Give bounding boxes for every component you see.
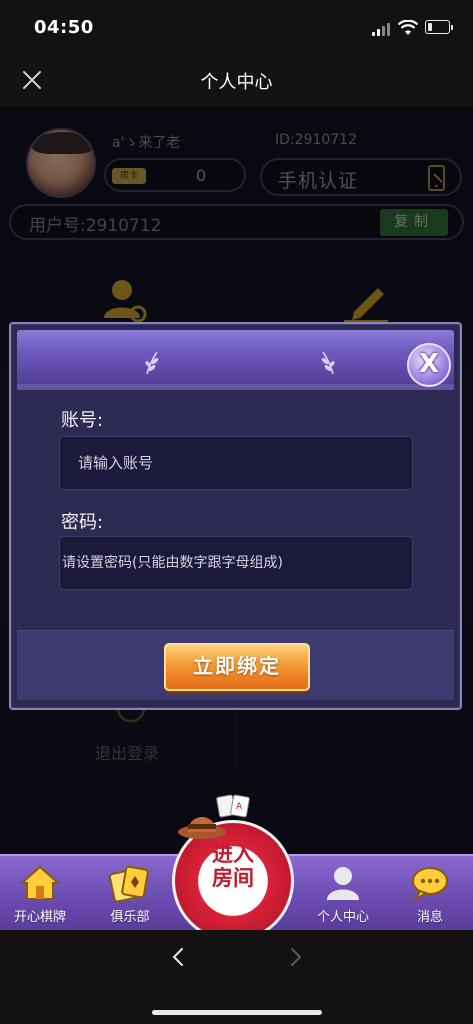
svg-text:A: A <box>236 802 243 812</box>
tab-label: 消息 <box>416 910 443 925</box>
laurel-icon <box>145 351 159 375</box>
playing-cards-icon: A <box>216 794 250 818</box>
cards-icon <box>108 865 149 902</box>
back-arrow-icon[interactable] <box>168 946 190 968</box>
enter-room-button[interactable]: A 进入 房间 <box>172 794 300 942</box>
status-time: 04:50 <box>34 17 94 38</box>
dialog-close-button[interactable]: X <box>407 343 451 387</box>
tab-label: 开心棋牌 <box>13 910 66 925</box>
account-input[interactable] <box>59 436 413 490</box>
home-icon <box>19 865 61 900</box>
tab-label: 个人中心 <box>316 910 369 925</box>
forward-arrow-icon[interactable] <box>284 946 306 968</box>
password-label: 密码: <box>61 512 104 533</box>
account-label: 账号: <box>61 410 104 431</box>
battery-icon <box>425 20 453 34</box>
home-indicator <box>152 1010 322 1015</box>
bind-now-button[interactable]: 立即绑定 <box>164 643 310 691</box>
laurel-icon <box>321 351 335 375</box>
bind-account-dialog: X 账号: 密码: 立即绑定 <box>9 322 462 710</box>
tab-label: 俱乐部 <box>110 910 150 925</box>
chat-icon <box>412 867 448 902</box>
password-input[interactable] <box>59 536 413 590</box>
close-icon: X <box>418 349 440 379</box>
tab-messages[interactable]: 消息 <box>400 856 460 932</box>
browser-toolbar <box>0 930 473 1024</box>
tab-profile[interactable]: 个人中心 <box>306 856 380 932</box>
dialog-footer: 立即绑定 <box>17 630 454 700</box>
tab-club[interactable]: 俱乐部 <box>98 856 162 932</box>
dialog-header: X <box>17 330 454 390</box>
tab-home[interactable]: 开心棋牌 <box>8 856 72 932</box>
wifi-icon <box>398 20 418 35</box>
person-icon <box>327 867 359 900</box>
signal-icon <box>372 22 392 36</box>
status-bar: 04:50 <box>0 0 473 56</box>
enter-room-label: 进入 房间 <box>212 842 254 890</box>
nav-bar: 个人中心 <box>0 56 473 106</box>
page-title: 个人中心 <box>200 72 273 93</box>
